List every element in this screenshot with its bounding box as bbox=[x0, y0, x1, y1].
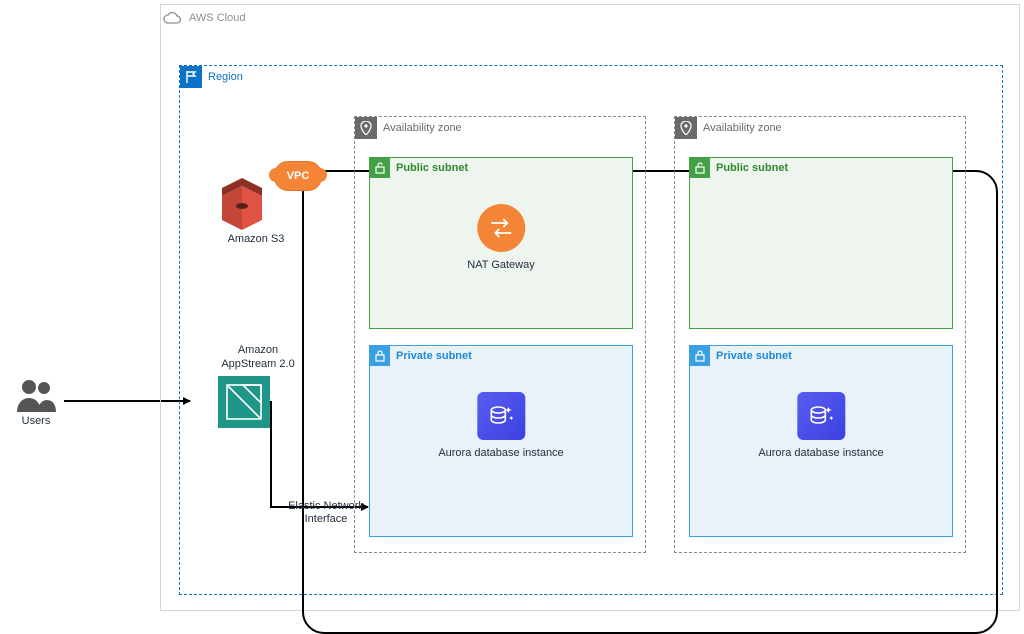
aurora-icon bbox=[477, 392, 525, 440]
public-subnet-label: Public subnet bbox=[396, 162, 468, 174]
private-subnet-label: Private subnet bbox=[396, 350, 472, 362]
aws-cloud-icon bbox=[161, 7, 183, 29]
region-tag: Region bbox=[180, 66, 243, 88]
aws-cloud-container: AWS Cloud Region Amazon S3 Amazon Ap bbox=[160, 4, 1020, 611]
aws-cloud-label: AWS Cloud bbox=[189, 12, 245, 24]
az2-public-subnet: Public subnet bbox=[689, 157, 953, 329]
s3-icon bbox=[216, 176, 268, 232]
appstream-icon bbox=[218, 376, 270, 428]
az1-public-subnet-tag: Public subnet bbox=[370, 158, 468, 178]
lock-open-icon bbox=[690, 158, 710, 178]
az-marker-icon bbox=[675, 117, 697, 139]
nat-gateway-label: NAT Gateway bbox=[467, 258, 534, 272]
lock-closed-icon bbox=[370, 346, 390, 366]
users-label: Users bbox=[14, 414, 58, 428]
region-container: Region Amazon S3 Amazon AppStream 2.0 bbox=[179, 65, 1003, 595]
aws-cloud-tag: AWS Cloud bbox=[161, 5, 257, 31]
connector-appstream-vertical bbox=[270, 401, 272, 506]
az2-label: Availability zone bbox=[703, 122, 782, 134]
region-flag-icon bbox=[180, 66, 202, 88]
availability-zone-2: Availability zone Public subnet Private … bbox=[674, 116, 966, 553]
aurora-icon bbox=[797, 392, 845, 440]
az1-aurora-node: Aurora database instance bbox=[438, 392, 563, 460]
az1-public-subnet: Public subnet NAT Gateway bbox=[369, 157, 633, 329]
availability-zone-1: Availability zone Public subnet NAT Gate… bbox=[354, 116, 646, 553]
vpc-badge: VPC bbox=[274, 161, 322, 191]
lock-open-icon bbox=[370, 158, 390, 178]
az2-aurora-node: Aurora database instance bbox=[758, 392, 883, 460]
users-node: Users bbox=[14, 378, 58, 428]
region-label: Region bbox=[208, 71, 243, 83]
az1-private-subnet: Private subnet Aurora database instance bbox=[369, 345, 633, 537]
az-marker-icon bbox=[355, 117, 377, 139]
az2-aurora-label: Aurora database instance bbox=[758, 446, 883, 460]
private-subnet-label: Private subnet bbox=[716, 350, 792, 362]
az1-private-subnet-tag: Private subnet bbox=[370, 346, 472, 366]
az1-aurora-label: Aurora database instance bbox=[438, 446, 563, 460]
az1-tag: Availability zone bbox=[355, 117, 462, 139]
nat-gateway-icon bbox=[477, 204, 525, 252]
az2-public-subnet-tag: Public subnet bbox=[690, 158, 788, 178]
nat-gateway-node: NAT Gateway bbox=[467, 204, 534, 272]
az2-tag: Availability zone bbox=[675, 117, 782, 139]
appstream-label: Amazon AppStream 2.0 bbox=[218, 343, 298, 372]
az1-label: Availability zone bbox=[383, 122, 462, 134]
az2-private-subnet: Private subnet Aurora database instance bbox=[689, 345, 953, 537]
s3-label: Amazon S3 bbox=[216, 232, 296, 246]
vpc-label: VPC bbox=[287, 170, 310, 182]
appstream-node: Amazon AppStream 2.0 bbox=[218, 343, 298, 376]
public-subnet-label: Public subnet bbox=[716, 162, 788, 174]
users-icon bbox=[14, 378, 58, 414]
lock-closed-icon bbox=[690, 346, 710, 366]
az2-private-subnet-tag: Private subnet bbox=[690, 346, 792, 366]
